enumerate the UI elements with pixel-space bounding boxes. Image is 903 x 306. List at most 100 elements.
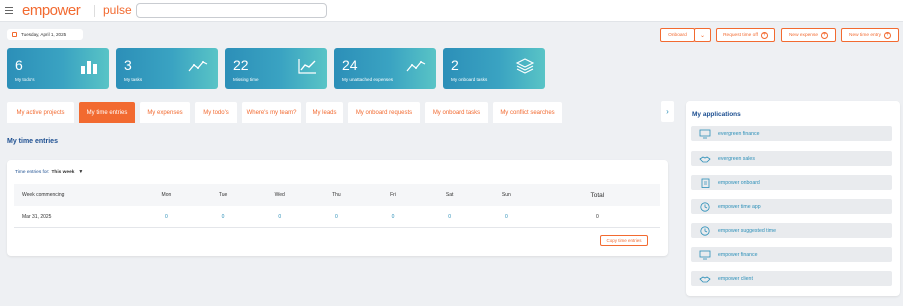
hours-link[interactable]: 0 [308,214,365,220]
tab-label: Where's my team? [246,109,297,116]
filter-value: This week [51,169,75,175]
tab-label: My onboard requests [355,109,413,116]
summary-tiles: 6 My todo's 3 My tasks 22 Missing time 2… [7,48,545,89]
handshake-icon [699,274,711,284]
column-header: Sat [445,192,454,198]
clock-icon [699,201,711,212]
hours-link[interactable]: 0 [195,214,252,220]
week-filter-dropdown[interactable]: Time entries for: This week ▼ [15,169,83,175]
layers-icon [515,58,535,74]
column-header: Thu [332,192,341,198]
tile-value: 24 [342,57,358,73]
time-entries-table: Week commencing Mon Tue Wed Thu Fri Sat … [14,184,660,228]
app-empower-client[interactable]: empower client [691,271,892,286]
request-time-off-button[interactable]: Request time off + [716,28,775,42]
hours-link[interactable]: 0 [138,214,195,220]
new-time-entry-button[interactable]: New time entry + [841,28,899,42]
app-empower-suggested-time[interactable]: empower suggested time [691,223,892,238]
chevron-down-icon: ⌄ [699,32,706,39]
monitor-icon [699,129,711,139]
tile-value: 2 [451,57,459,73]
tile-value: 22 [233,57,249,73]
new-time-entry-label: New time entry [849,32,881,38]
app-evergreen-finance[interactable]: evergreen finance [691,126,892,141]
tabs-next-button[interactable]: › [661,101,674,122]
tile-label: My tasks [124,77,143,82]
new-expense-label: New expense [788,32,819,38]
new-expense-button[interactable]: New expense + [781,28,836,42]
tab-onboard-tasks[interactable]: My onboard tasks [425,102,488,123]
top-bar: empower pulse [0,0,903,22]
tab-conflict-searches[interactable]: My conflict searches [493,102,562,123]
plus-circle-icon: + [884,31,891,39]
filter-label: Time entries for: [15,169,50,175]
chevron-right-icon: › [666,107,669,116]
tile-label: My unattached expenses [342,77,394,82]
tab-todos[interactable]: My todo's [195,102,237,123]
plus-circle-icon: + [760,31,768,39]
tile-value: 6 [15,57,23,73]
menu-icon[interactable] [5,7,13,14]
tile-missing-time[interactable]: 22 Missing time [225,48,327,89]
time-entries-card: Time entries for: This week ▼ Week comme… [7,160,668,256]
onboard-button[interactable]: Onboard [660,28,695,42]
onboard-label: Onboard [668,32,687,38]
tile-label: My todo's [15,77,35,82]
app-label: empower onboard [718,179,760,186]
tab-label: My conflict searches [500,109,555,116]
hours-link[interactable]: 0 [421,214,478,220]
column-header: Tue [218,192,228,198]
tab-expenses[interactable]: My expenses [140,102,190,123]
tile-unattached-expenses[interactable]: 24 My unattached expenses [334,48,436,89]
column-header: Fri [390,192,396,198]
copy-time-entries-button[interactable]: Copy time entries [600,235,648,246]
tab-leads[interactable]: My leads [306,102,343,123]
plus-circle-icon: + [821,31,829,39]
line-chart-icon [298,59,316,74]
table-cell-total: 0 [595,213,599,220]
bar-chart-icon [81,61,97,74]
hours-link[interactable]: 0 [365,214,422,220]
request-time-off-label: Request time off [723,32,758,38]
search-input[interactable] [136,3,327,18]
tile-label: My onboard tasks [451,77,488,82]
tile-my-tasks[interactable]: 3 My tasks [116,48,218,89]
tab-label: My leads [312,109,337,116]
tab-wheres-my-team[interactable]: Where's my team? [242,102,301,123]
trend-line-icon [406,61,426,72]
onboard-dropdown-button[interactable]: ⌄ [694,28,711,42]
section-title: My time entries [7,138,58,145]
tile-my-todos[interactable]: 6 My todo's [7,48,109,89]
tab-label: My time entries [86,109,128,116]
date-chip: Tuesday, April 1, 2025 [7,29,83,40]
tab-active-projects[interactable]: My active projects [7,102,74,123]
app-evergreen-sales[interactable]: evergreen sales [691,151,892,166]
app-label: empower suggested time [718,227,776,234]
dashboard-tabs: My active projects My time entries My ex… [7,102,562,123]
tab-label: My onboard tasks [432,109,481,116]
tile-value: 3 [124,57,132,73]
hours-link[interactable]: 0 [478,214,535,220]
app-name: pulse [103,3,132,17]
tab-time-entries[interactable]: My time entries [79,102,135,123]
app-label: evergreen sales [718,155,755,162]
app-empower-finance[interactable]: empower finance [691,247,892,262]
column-header: Wed [274,192,285,198]
tab-label: My todo's [203,109,229,116]
hours-link[interactable]: 0 [251,214,308,220]
app-empower-time-app[interactable]: empower time app [691,199,892,214]
date-text: Tuesday, April 1, 2025 [21,32,67,37]
app-label: empower time app [718,203,761,210]
app-empower-onboard[interactable]: empower onboard [691,175,892,190]
column-header: Mon [161,192,172,198]
monitor-icon [699,250,711,260]
empower-logo[interactable]: empower [22,2,81,19]
app-label: evergreen finance [718,130,760,137]
table-row: Mar 31, 2025 0 0 0 0 0 0 0 0 [14,206,660,228]
tile-onboard-tasks[interactable]: 2 My onboard tasks [443,48,545,89]
column-header: Total [590,191,605,199]
applications-panel: My applications evergreen finance evergr… [686,101,900,296]
tab-onboard-requests[interactable]: My onboard requests [348,102,420,123]
calendar-icon [12,32,17,37]
column-header: Sun [501,192,511,198]
